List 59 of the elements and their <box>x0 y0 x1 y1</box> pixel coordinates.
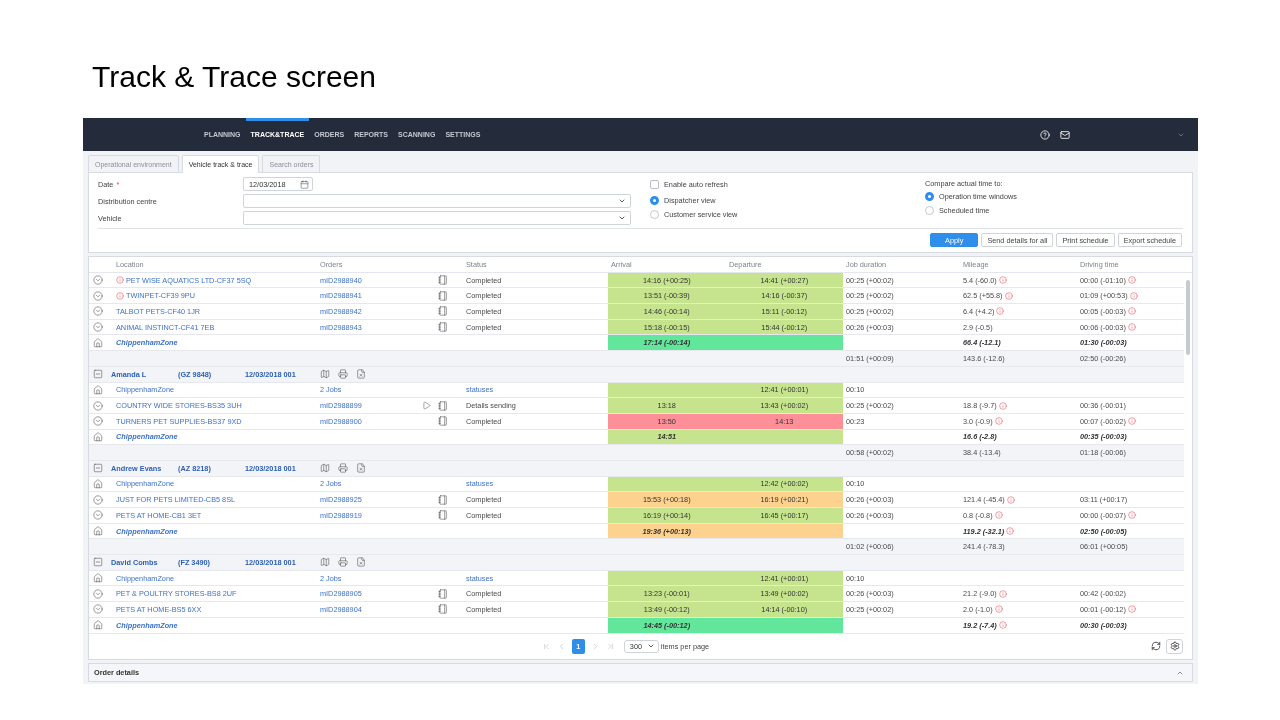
notebook-icon[interactable] <box>438 588 448 599</box>
minus-icon[interactable] <box>93 463 103 474</box>
chevron-circle-icon[interactable] <box>93 322 103 333</box>
checkbox[interactable] <box>650 179 659 189</box>
chevron-circle-icon[interactable] <box>93 290 103 301</box>
first-page-icon[interactable] <box>541 641 551 651</box>
notebook-icon[interactable] <box>438 416 448 427</box>
map-icon[interactable] <box>320 463 330 474</box>
notebook-icon[interactable] <box>438 604 448 615</box>
chevron-circle-icon[interactable] <box>93 306 103 317</box>
chevron-down-icon <box>618 197 626 205</box>
minus-icon[interactable] <box>93 369 103 380</box>
home-icon <box>93 620 103 631</box>
file-x-icon[interactable] <box>356 369 366 380</box>
notebook-icon[interactable] <box>438 510 448 521</box>
chevron-circle-icon[interactable] <box>93 494 103 505</box>
notebook-icon[interactable] <box>438 275 448 286</box>
map-icon[interactable] <box>320 369 330 380</box>
settings-icon <box>1169 641 1180 652</box>
home-icon <box>93 573 103 584</box>
notebook-icon[interactable] <box>438 306 448 317</box>
home-icon <box>93 431 103 442</box>
chevron-circle-icon[interactable] <box>93 588 103 599</box>
calendar-icon[interactable] <box>300 179 309 189</box>
select-field[interactable] <box>243 211 631 225</box>
printer-icon[interactable] <box>338 557 348 568</box>
refresh-icon[interactable] <box>1151 641 1161 652</box>
notebook-icon[interactable] <box>438 322 448 333</box>
home-icon <box>93 337 103 348</box>
notebook-icon[interactable] <box>438 290 448 301</box>
printer-icon[interactable] <box>338 463 348 474</box>
chevron-circle-icon[interactable] <box>93 604 103 615</box>
radio[interactable] <box>650 209 659 219</box>
file-x-icon[interactable] <box>356 557 366 568</box>
map-icon[interactable] <box>320 557 330 568</box>
radio[interactable] <box>650 195 659 205</box>
notebook-icon[interactable] <box>438 494 448 505</box>
home-icon <box>93 384 103 395</box>
home-icon <box>93 526 103 537</box>
radio[interactable] <box>925 191 934 201</box>
select-field[interactable] <box>243 194 631 208</box>
slide-title: Track & Trace screen <box>92 59 376 95</box>
last-page-icon[interactable] <box>605 641 615 651</box>
mail-icon[interactable] <box>1060 129 1070 140</box>
minus-icon[interactable] <box>93 557 103 568</box>
settings-button[interactable] <box>1166 638 1183 654</box>
chevron-circle-icon[interactable] <box>93 275 103 286</box>
play-icon[interactable] <box>422 401 431 411</box>
home-icon <box>93 478 103 489</box>
help-icon[interactable] <box>1040 129 1050 140</box>
file-x-icon[interactable] <box>356 463 366 474</box>
chevron-circle-icon[interactable] <box>93 400 103 411</box>
chevron-circle-icon[interactable] <box>93 510 103 521</box>
radio[interactable] <box>925 205 934 215</box>
notebook-icon[interactable] <box>438 400 448 411</box>
chevron-circle-icon[interactable] <box>93 416 103 427</box>
chevron-down-icon <box>618 214 626 222</box>
printer-icon[interactable] <box>338 369 348 380</box>
scrollbar-thumb[interactable] <box>1186 279 1190 355</box>
